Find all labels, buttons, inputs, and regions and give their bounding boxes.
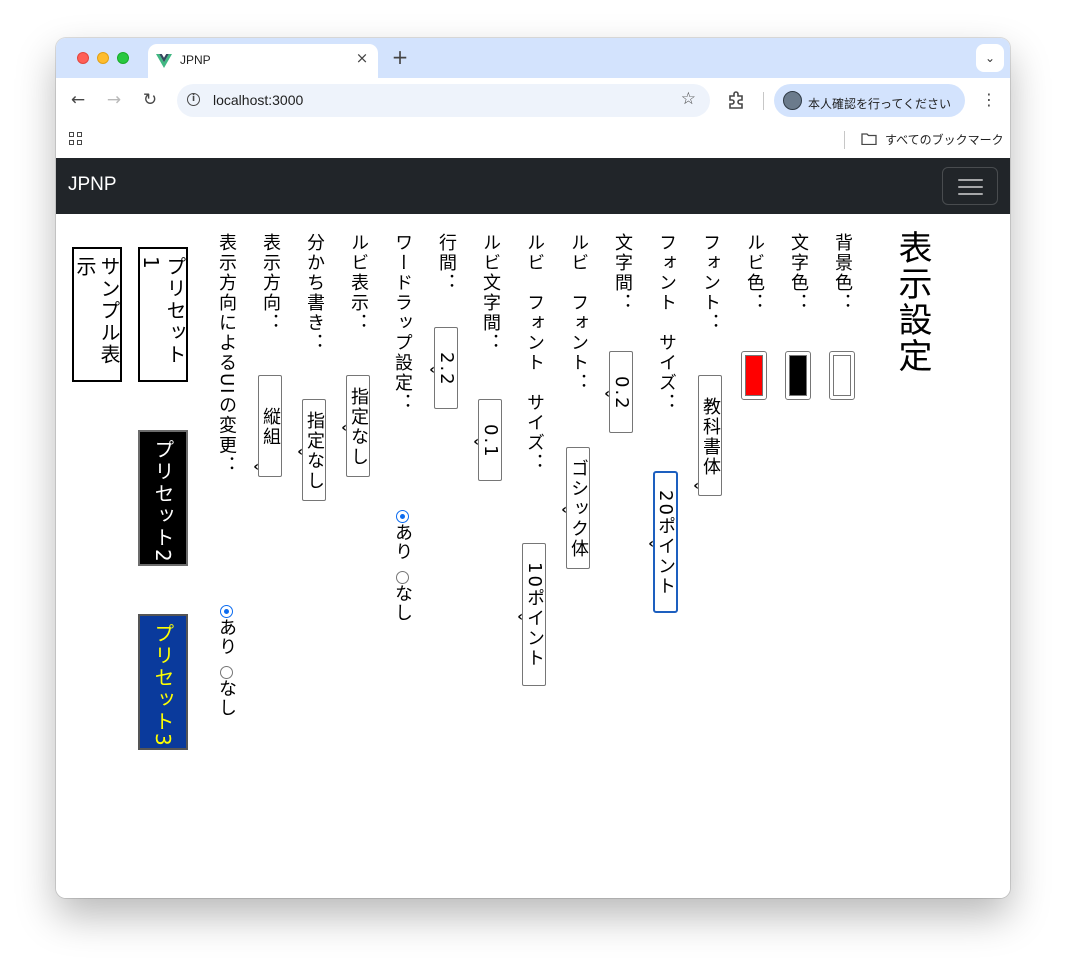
chevron-down-icon: ‹ — [297, 444, 303, 460]
minimize-window-button[interactable] — [97, 52, 109, 64]
browser-window: JPNP × + ⌄ ← → ↻ i localhost:3000 ☆ 本人確認… — [56, 38, 1010, 898]
line-spacing-select-value: 2.2 — [436, 351, 457, 387]
tab-close-icon[interactable]: × — [354, 50, 370, 66]
chevron-down-icon: ‹ — [253, 459, 259, 475]
browser-tab[interactable]: JPNP × — [148, 44, 378, 78]
tab-search-button[interactable]: ⌄ — [976, 44, 1004, 72]
font-select-value: 教科書体 — [700, 396, 721, 477]
preset3-button[interactable]: プリセット3 — [138, 614, 188, 750]
ui-direction-no-label[interactable]: なし — [215, 679, 237, 717]
chevron-down-icon: ‹ — [517, 608, 523, 625]
chevron-down-icon: ‹ — [604, 386, 610, 402]
vue-icon — [156, 54, 172, 68]
word-wrap-yes-radio[interactable] — [396, 510, 409, 523]
all-bookmarks-link[interactable]: すべてのブックマーク — [885, 131, 1004, 148]
profile-button[interactable]: 本人確認を行ってください — [774, 84, 965, 117]
chevron-down-icon: ‹ — [561, 502, 567, 518]
chevron-down-icon: ‹ — [473, 434, 479, 450]
direction-label: 表示方向： — [260, 233, 281, 333]
ruby-font-label: ルビ フォント： — [568, 233, 589, 393]
font-size-label: フォント サイズ： — [656, 233, 677, 413]
tab-strip: JPNP × + ⌄ — [56, 38, 1010, 78]
background-color-picker[interactable] — [829, 351, 855, 400]
toolbar-divider — [763, 92, 764, 110]
text-color-label: 文字色： — [788, 233, 809, 313]
font-size-select-value: 20ポイント — [655, 489, 676, 597]
font-select[interactable]: 教科書体 ‹ — [693, 375, 722, 496]
page-title: 表示設定 — [892, 230, 932, 374]
direction-select[interactable]: 縦組 ‹ — [253, 375, 282, 477]
navbar-toggler-button[interactable] — [942, 167, 998, 205]
font-size-select[interactable]: 20ポイント ‹ — [648, 471, 678, 613]
letter-spacing-select[interactable]: 0.2 ‹ — [604, 351, 633, 433]
word-wrap-no-radio[interactable] — [396, 571, 409, 584]
page-content: JPNP 表示設定 背景色： 文字色： ルビ色： フォント： 教科書体 ‹ フォ… — [56, 158, 1010, 898]
back-button[interactable]: ← — [68, 90, 88, 110]
chevron-down-icon: ‹ — [341, 420, 347, 436]
chevron-down-icon: ‹ — [429, 362, 435, 378]
chevron-down-icon: ‹ — [648, 536, 654, 552]
line-spacing-select[interactable]: 2.2 ‹ — [429, 327, 458, 409]
ui-direction-no-radio[interactable] — [220, 666, 233, 679]
ruby-color-picker[interactable] — [741, 351, 767, 400]
close-window-button[interactable] — [77, 52, 89, 64]
bookmarks-bar: すべてのブックマーク — [56, 122, 1010, 158]
avatar — [783, 91, 802, 110]
reload-button[interactable]: ↻ — [140, 90, 160, 110]
ruby-font-size-select-value: 10ポイント — [524, 562, 545, 669]
site-info-icon[interactable]: i — [187, 93, 200, 106]
brand-link[interactable]: JPNP — [68, 174, 117, 196]
ui-direction-yes-radio[interactable] — [220, 605, 233, 618]
url-text[interactable]: localhost:3000 — [213, 92, 303, 108]
ruby-font-select[interactable]: ゴシック体 ‹ — [561, 447, 590, 569]
ruby-display-label: ルビ表示： — [348, 233, 369, 333]
word-separation-select[interactable]: 指定なし ‹ — [297, 399, 326, 501]
ruby-display-select[interactable]: 指定なし ‹ — [341, 375, 370, 477]
word-wrap-yes-label[interactable]: あり — [391, 523, 413, 561]
ruby-color-label: ルビ色： — [744, 233, 765, 313]
ruby-display-select-value: 指定なし — [348, 387, 369, 467]
letter-spacing-label: 文字間： — [612, 233, 633, 313]
direction-select-value: 縦組 — [260, 407, 281, 447]
preset2-button[interactable]: プリセット2 — [138, 430, 188, 566]
sample-display-button[interactable]: サンプル表示 — [72, 247, 122, 382]
line-spacing-label: 行間： — [436, 233, 457, 293]
apps-grid-icon[interactable] — [69, 132, 83, 146]
word-wrap-label: ワードラップ設定： — [392, 233, 413, 413]
font-label: フォント： — [700, 233, 721, 333]
bookmarks-divider — [844, 131, 845, 149]
word-separation-select-value: 指定なし — [304, 411, 325, 491]
tab-title: JPNP — [180, 53, 211, 67]
background-color-label: 背景色： — [832, 233, 853, 313]
preset1-button[interactable]: プリセット1 — [138, 247, 188, 382]
ruby-font-select-value: ゴシック体 — [568, 459, 589, 559]
ruby-font-size-label: ルビ フォント サイズ： — [524, 233, 545, 473]
address-bar[interactable]: i localhost:3000 ☆ — [177, 84, 710, 117]
text-color-picker[interactable] — [785, 351, 811, 400]
chevron-down-icon: ‹ — [693, 478, 699, 494]
app-navbar: JPNP — [56, 158, 1010, 214]
profile-label: 本人確認を行ってください — [808, 97, 952, 111]
ruby-letter-spacing-select[interactable]: 0.1 ‹ — [473, 399, 502, 481]
bookmark-star-icon[interactable]: ☆ — [681, 89, 696, 109]
word-wrap-no-label[interactable]: なし — [391, 584, 413, 622]
ui-direction-label: 表示方向によるUIの変更： — [216, 233, 237, 476]
ruby-letter-spacing-select-value: 0.1 — [480, 423, 501, 459]
ui-direction-yes-label[interactable]: あり — [215, 618, 237, 656]
word-separation-label: 分かち書き： — [304, 233, 325, 353]
browser-menu-icon[interactable]: ⋮ — [981, 90, 997, 110]
browser-toolbar: ← → ↻ i localhost:3000 ☆ 本人確認を行ってください ⋮ — [56, 78, 1010, 122]
ruby-letter-spacing-label: ルビ文字間： — [480, 233, 501, 353]
ruby-font-size-select[interactable]: 10ポイント ‹ — [517, 543, 546, 686]
forward-button[interactable]: → — [104, 90, 124, 110]
zoom-window-button[interactable] — [117, 52, 129, 64]
extensions-icon[interactable] — [726, 90, 746, 110]
folder-icon — [861, 133, 877, 145]
letter-spacing-select-value: 0.2 — [611, 375, 632, 411]
new-tab-button[interactable]: + — [390, 47, 410, 67]
